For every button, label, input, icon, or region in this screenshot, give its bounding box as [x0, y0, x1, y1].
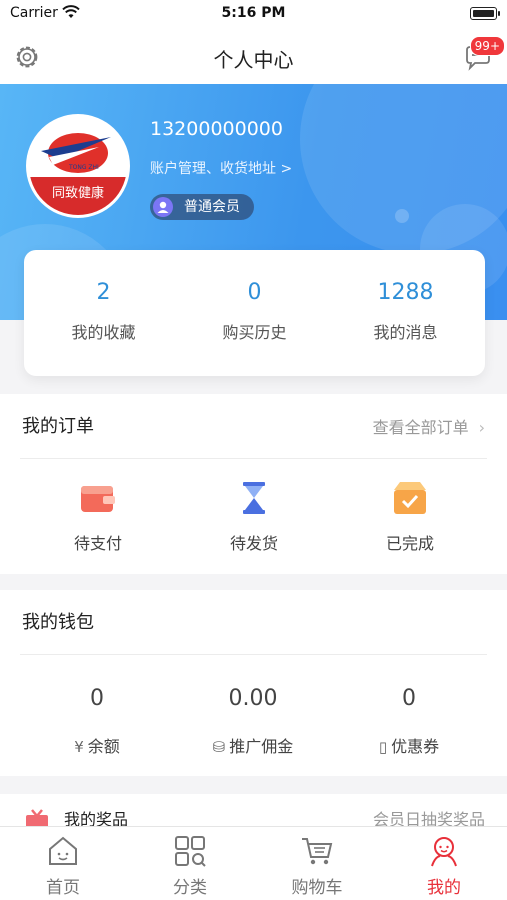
- clock: 5:16 PM: [221, 5, 286, 21]
- avatar[interactable]: TONG ZHI 同致健康: [26, 114, 130, 218]
- tab-home[interactable]: 首页: [0, 835, 126, 898]
- status-bar: Carrier 5:16 PM: [0, 0, 507, 28]
- stat-favorites[interactable]: 2 我的收藏: [27, 250, 180, 343]
- cart-icon: [302, 838, 333, 865]
- wallet-section: 我的钱包 0 ¥ 余额 0.00 ⛁ 推广佣金 0 ▯ 优惠券: [0, 590, 507, 776]
- wallet-coupons[interactable]: 0 ▯ 优惠券: [334, 686, 484, 757]
- order-completed[interactable]: 已完成: [350, 478, 470, 554]
- nav-bar: 个人中心 99+: [0, 28, 507, 84]
- coupon-icon: ▯: [378, 738, 388, 756]
- coins-icon: ⛁: [212, 738, 226, 756]
- svg-text:TONG ZHI: TONG ZHI: [68, 164, 99, 171]
- stat-label: 我的收藏: [71, 323, 136, 342]
- tab-profile[interactable]: 我的: [381, 835, 507, 898]
- stats-card: 2 我的收藏 0 购买历史 1288 我的消息: [24, 250, 485, 376]
- chevron-right-icon: ›: [478, 418, 485, 437]
- page-title: 个人中心: [213, 48, 294, 72]
- stat-messages[interactable]: 1288 我的消息: [329, 250, 482, 343]
- wallet-commission[interactable]: 0.00 ⛁ 推广佣金: [178, 686, 328, 757]
- order-awaiting-shipment[interactable]: 待发货: [194, 478, 314, 554]
- home-icon: [49, 836, 77, 865]
- message-badge: 99+: [469, 36, 505, 56]
- user-phone: 13200000000: [150, 118, 283, 140]
- member-level-label: 普通会员: [184, 199, 240, 215]
- profile-icon: [431, 837, 457, 867]
- member-level-badge: 普通会员: [150, 194, 254, 220]
- account-address-link[interactable]: 账户管理、收货地址 >: [150, 158, 292, 178]
- wallet-title: 我的钱包: [22, 612, 94, 633]
- hourglass-icon: [243, 482, 265, 514]
- orders-title: 我的订单: [22, 416, 94, 437]
- stat-value: 1288: [377, 280, 434, 305]
- brand-logo: TONG ZHI 同致健康: [29, 133, 127, 215]
- wallet-balance[interactable]: 0 ¥ 余额: [22, 686, 172, 757]
- order-pending-payment[interactable]: 待支付: [38, 478, 158, 554]
- stat-label: 购买历史: [222, 323, 287, 342]
- orders-section: 我的订单 查看全部订单 › 待支付 待发货 已完成: [0, 394, 507, 574]
- tab-cart[interactable]: 购物车: [254, 835, 380, 898]
- stat-value: 2: [96, 280, 111, 305]
- category-icon: [175, 836, 206, 867]
- check-box-icon: [394, 482, 426, 514]
- wallet-icon: [81, 486, 115, 512]
- battery-icon: [470, 7, 497, 20]
- stat-label: 我的消息: [373, 323, 438, 342]
- tab-category[interactable]: 分类: [127, 835, 253, 898]
- tab-bar: 首页 分类 购物车 我的: [0, 826, 507, 900]
- yen-icon: ¥: [74, 738, 84, 756]
- stat-purchase-history[interactable]: 0 购买历史: [178, 250, 331, 343]
- stat-value: 0: [247, 280, 262, 305]
- view-all-orders-link[interactable]: 查看全部订单 ›: [373, 414, 485, 438]
- member-icon: [153, 197, 173, 217]
- svg-text:同致健康: 同致健康: [52, 185, 104, 201]
